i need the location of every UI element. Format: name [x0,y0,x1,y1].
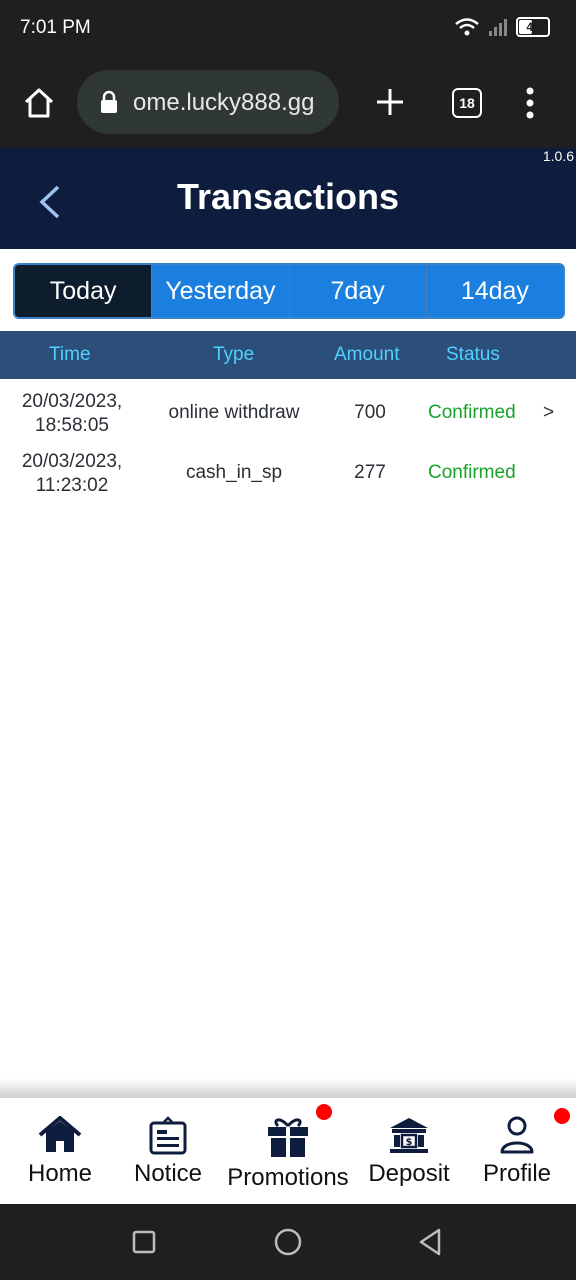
row-status: Confirmed [428,462,516,483]
nav-promotions-label: Promotions [227,1164,349,1191]
system-nav-bar [0,1204,576,1280]
nav-profile-label: Profile [482,1160,552,1187]
profile-badge [554,1108,570,1124]
nav-notice[interactable]: Notice [108,1098,228,1204]
wifi-icon [455,18,479,36]
home-icon[interactable] [22,86,56,120]
row-amount: 277 [354,462,386,483]
status-time: 7:01 PM [20,17,91,38]
home-icon [38,1116,82,1152]
row-time: 20/03/2023, 18:58:05 [21,391,123,436]
nav-home[interactable]: Home [0,1098,120,1204]
browser-toolbar: ome.lucky888.gg 18 [0,58,576,148]
nav-notice-label: Notice [133,1160,203,1187]
status-bar: 7:01 PM 43 [0,0,576,58]
battery-level: 43 [526,20,540,34]
tab-count: 18 [459,95,475,111]
row-detail-chevron[interactable]: > [543,402,554,424]
column-time: Time [49,344,91,365]
app-version: 1.0.6 [542,148,574,164]
date-range-tabs: Today Yesterday 7day 14day [13,263,565,319]
app-header: 1.0.6 Transactions [0,148,576,249]
row-type: cash_in_sp [185,462,283,483]
recent-apps-icon[interactable] [132,1230,156,1254]
table-row[interactable]: 20/03/2023, 11:23:02 cash_in_sp 277 Conf… [0,444,576,504]
column-status: Status [446,344,500,365]
nav-deposit[interactable]: $ Deposit [350,1098,468,1204]
row-amount: 700 [354,402,386,423]
row-time: 20/03/2023, 11:23:02 [21,451,123,496]
table-row[interactable]: 20/03/2023, 18:58:05 online withdraw 700… [0,384,576,444]
lock-icon [101,90,117,113]
bottom-nav: Home Notice Promotions $ Deposit Profile [0,1098,576,1204]
tab-7day[interactable]: 7day [288,265,426,317]
page-title: Transactions [176,176,400,217]
tab-today[interactable]: Today [15,265,152,317]
column-type: Type [213,344,255,365]
system-back-icon[interactable] [418,1228,442,1256]
promotions-badge [316,1104,332,1120]
tab-14day[interactable]: 14day [425,265,563,317]
row-status: Confirmed [428,402,516,423]
url-bar[interactable]: ome.lucky888.gg [77,70,339,134]
gift-icon [268,1118,308,1157]
url-text: ome.lucky888.gg [133,89,315,116]
user-icon [500,1116,534,1154]
nav-promotions[interactable]: Promotions [218,1098,358,1204]
notice-icon [149,1116,187,1155]
bottom-nav-shadow [0,1078,576,1098]
more-menu-icon[interactable] [524,86,536,120]
row-type: online withdraw [168,402,300,423]
nav-profile[interactable]: Profile [458,1098,576,1204]
table-header: Time Type Amount Status [0,331,576,379]
svg-text:$: $ [406,1137,413,1148]
status-icons: 43 [454,17,550,37]
bank-icon: $ [390,1118,428,1153]
tab-yesterday[interactable]: Yesterday [151,265,288,317]
column-amount: Amount [334,344,400,365]
tab-switcher-button[interactable]: 18 [452,88,482,118]
system-home-icon[interactable] [274,1228,302,1256]
new-tab-icon[interactable] [374,86,406,118]
signal-icon [489,19,507,36]
battery-icon: 43 [516,17,550,37]
